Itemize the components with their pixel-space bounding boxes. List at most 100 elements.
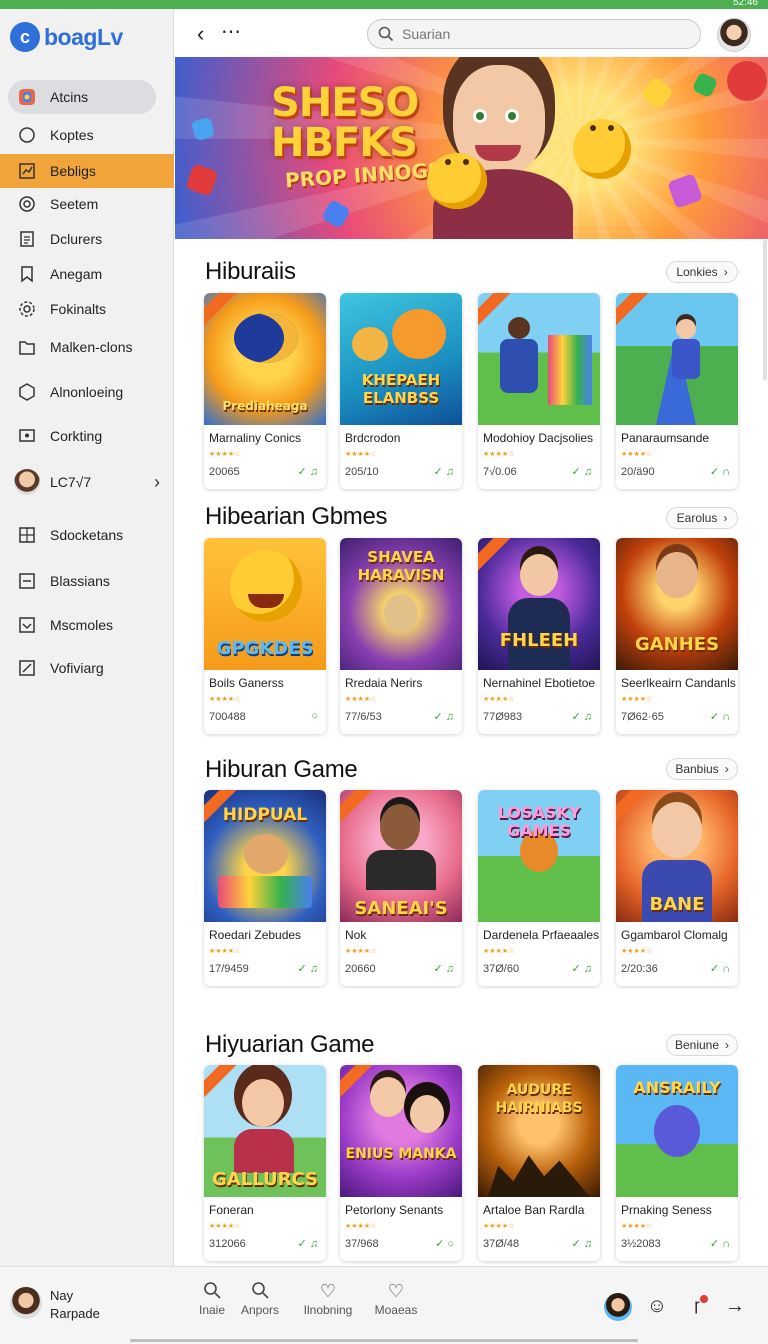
bottom-nav-item[interactable]: Anpors — [230, 1281, 290, 1317]
sidebar-item-fokinalts[interactable]: Fokinalts — [0, 292, 174, 326]
sidebar-item-bebligs[interactable]: Bebligs — [0, 154, 174, 188]
game-card[interactable]: FHLEEH Nernahinel Ebotietoe ★★★★☆ 77Ø983… — [478, 538, 600, 734]
game-card[interactable]: KHEPAEH ELANBSS Brdcrodon ★★★★☆ 205/10 ✓… — [340, 293, 462, 489]
sidebar-item-sdocketans[interactable]: Sdocketans — [0, 518, 174, 552]
game-card[interactable]: GALLURCS Foneran ★★★★☆ 312066 ✓ ♫ — [204, 1065, 326, 1261]
check-icon[interactable]: ✓ ♫ — [571, 710, 592, 723]
sidebar-item-mscmoles[interactable]: Mscmoles — [0, 608, 174, 642]
sidebar-item-dclurers[interactable]: Dclurers — [0, 222, 174, 256]
section-more-button[interactable]: Earolus › — [666, 507, 738, 529]
game-thumbnail: FHLEEH — [478, 538, 600, 670]
scrollbar[interactable] — [763, 240, 767, 380]
new-ribbon — [204, 1065, 239, 1100]
sidebar-item-vofiviarg[interactable]: Vofiviarg — [0, 651, 174, 685]
game-card[interactable]: Panaraumsande ★★★★☆ 20/ä90 ✓ ∩ — [616, 293, 738, 489]
check-icon[interactable]: ✓ ♫ — [433, 465, 454, 478]
search-input[interactable] — [402, 26, 682, 42]
sidebar-item-blassians[interactable]: Blassians — [0, 564, 174, 598]
smiley-icon[interactable]: ☺ — [644, 1293, 670, 1319]
section-more-button[interactable]: Banbius › — [666, 758, 738, 780]
arrow-right-icon[interactable]: → — [722, 1293, 748, 1319]
folder-icon — [18, 338, 36, 356]
download-count: 20660 — [345, 963, 376, 975]
rating-stars: ★★★★☆ — [621, 451, 653, 458]
game-card[interactable]: Prediaheaga Marnaliny Conics ★★★★☆ 20065… — [204, 293, 326, 489]
check-icon[interactable]: ✓ ∩ — [710, 465, 730, 478]
more-options-icon[interactable]: ⋯ — [221, 19, 242, 44]
check-icon[interactable]: ✓ ♫ — [297, 962, 318, 975]
user-name-line-2: Rarpade — [50, 1306, 100, 1321]
rating-stars: ★★★★☆ — [209, 1223, 241, 1230]
notification-icon[interactable]: ɼ — [684, 1293, 710, 1319]
character-head — [508, 317, 530, 339]
check-icon[interactable]: ✓ ♫ — [433, 710, 454, 723]
sidebar-item-atcins[interactable]: Atcins — [8, 80, 156, 114]
check-icon[interactable]: ✓ ♫ — [571, 1237, 592, 1250]
game-thumbnail: LOSASKY GAMES — [478, 790, 600, 922]
game-thumbnail: KHEPAEH ELANBSS — [340, 293, 462, 425]
logo-mark: c — [10, 22, 40, 52]
game-card[interactable]: BANE Ggambarol Clomalg ★★★★☆ 2/20:36 ✓ ∩ — [616, 790, 738, 986]
section-more-button[interactable]: Lonkies › — [666, 261, 738, 283]
search-bar[interactable] — [367, 19, 701, 49]
thumbnail-title: KHEPAEH ELANBSS — [361, 371, 441, 407]
edit-icon — [18, 659, 36, 677]
sidebar-item-koptes[interactable]: Koptes — [0, 118, 174, 152]
game-card[interactable]: SANEAI'S Nok ★★★★☆ 20660 ✓ ♫ — [340, 790, 462, 986]
game-card[interactable]: ANSRAILY Prnaking Seness ★★★★☆ 3½2083 ✓ … — [616, 1065, 738, 1261]
bottom-nav-item[interactable]: ♡ Ilnobning — [298, 1281, 358, 1317]
user-avatar[interactable] — [10, 1287, 42, 1319]
back-arrow-icon[interactable]: ‹ — [197, 21, 204, 47]
download-count: 37/968 — [345, 1238, 379, 1250]
search-icon — [378, 26, 394, 42]
check-icon[interactable]: ✓ ∩ — [710, 962, 730, 975]
circle-icon[interactable]: ○ — [311, 710, 318, 722]
profile-avatar[interactable] — [604, 1293, 632, 1321]
game-card[interactable]: SHAVEA HARAVISN Rredaia Nerirs ★★★★☆ 77/… — [340, 538, 462, 734]
download-count: 7√0.06 — [483, 466, 517, 478]
sidebar-item-anegam[interactable]: Anegam — [0, 257, 174, 291]
bottom-nav-label: Anpors — [240, 1303, 280, 1317]
thumbnail-title: LOSASKY GAMES — [497, 803, 581, 840]
sidebar-item-seetem[interactable]: Seetem — [0, 187, 174, 221]
sidebar-item-malken-clons[interactable]: Malken-clons — [0, 330, 174, 364]
game-name: Nernahinel Ebotietoe — [483, 676, 596, 690]
bottom-nav-item[interactable]: ♡ Moaeas — [366, 1281, 426, 1317]
game-card[interactable]: LOSASKY GAMES Dardenela Prfaeaales ★★★★☆… — [478, 790, 600, 986]
profile-avatar[interactable] — [717, 18, 751, 52]
game-thumbnail: GPGKDES — [204, 538, 326, 670]
status-time: 52:46 — [732, 0, 758, 8]
app-grid-icon — [18, 88, 36, 106]
sidebar-item-corkting[interactable]: Corkting — [0, 419, 174, 453]
arcade-art — [548, 335, 592, 405]
game-card[interactable]: GANHES Seerlkeairn Candanls ★★★★☆ 7Ø62·6… — [616, 538, 738, 734]
character-body — [234, 1129, 294, 1173]
check-icon[interactable]: ✓ ∩ — [710, 710, 730, 723]
game-card[interactable]: ENIUS MANKA Petorlony Senants ★★★★☆ 37/9… — [340, 1065, 462, 1261]
bookmark-icon — [18, 265, 36, 283]
sidebar-item-profile[interactable]: LC7√7 › — [0, 465, 174, 499]
game-card[interactable]: GPGKDES Boils Ganerss ★★★★☆ 700488 ○ — [204, 538, 326, 734]
section-more-button[interactable]: Beniune › — [666, 1034, 738, 1056]
game-name: Artaloe Ban Rardla — [483, 1203, 585, 1217]
download-count: 312066 — [209, 1238, 246, 1250]
sidebar-item-label: Alnonloeing — [50, 384, 124, 400]
check-icon[interactable]: ✓ ♫ — [297, 465, 318, 478]
target-icon — [18, 195, 36, 213]
game-card[interactable]: HIDPUAL Roedari Zebudes ★★★★☆ 17/9459 ✓ … — [204, 790, 326, 986]
hero-banner[interactable]: SHESO HBFKS PROP INNOGS — [175, 57, 768, 239]
game-card[interactable]: Modohioy Dacjsolies ★★★★☆ 7√0.06 ✓ ♫ — [478, 293, 600, 489]
check-icon[interactable]: ✓ ∩ — [710, 1237, 730, 1250]
check-icon[interactable]: ✓ ♫ — [297, 1237, 318, 1250]
check-icon[interactable]: ✓ ♫ — [571, 962, 592, 975]
rating-stars: ★★★★☆ — [621, 696, 653, 703]
character-head — [676, 319, 696, 339]
app-logo[interactable]: c boagLv — [10, 21, 123, 53]
check-icon[interactable]: ✓ ♫ — [571, 465, 592, 478]
check-icon[interactable]: ✓ ○ — [435, 1237, 454, 1250]
check-icon[interactable]: ✓ ♫ — [433, 962, 454, 975]
game-name: Seerlkeairn Candanls — [621, 676, 736, 690]
sidebar-item-alnonloeing[interactable]: Alnonloeing — [0, 375, 174, 409]
sidebar-item-label: LC7√7 — [50, 474, 92, 490]
game-card[interactable]: AUDURE HAIRNIABS Artaloe Ban Rardla ★★★★… — [478, 1065, 600, 1261]
